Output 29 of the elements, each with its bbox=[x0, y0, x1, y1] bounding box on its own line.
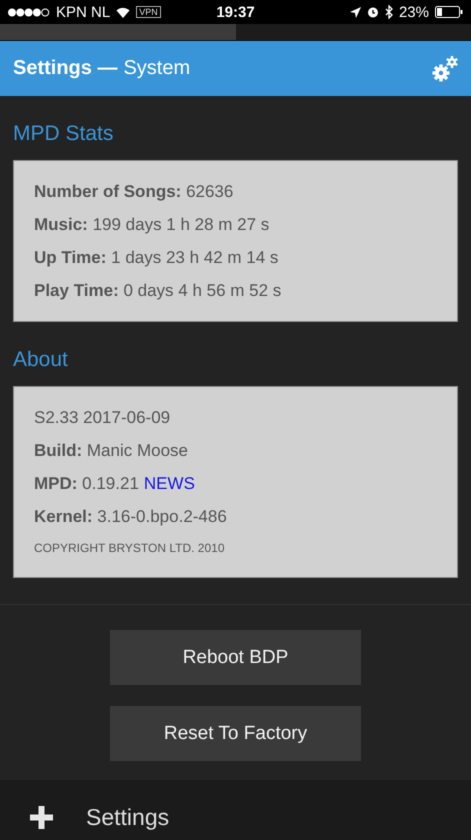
clock-time: 19:37 bbox=[215, 4, 256, 20]
page-title: Settings — bbox=[13, 57, 118, 80]
info-text: Music: 199 days 1 h 28 m 27 s bbox=[34, 214, 270, 236]
info-text: MPD: 0.19.21 bbox=[34, 473, 139, 495]
section-heading: About bbox=[12, 347, 69, 373]
action-button[interactable]: Reboot BDP bbox=[110, 630, 361, 685]
gears-icon[interactable] bbox=[432, 55, 459, 82]
info-text: S2.33 2017-06-09 bbox=[34, 407, 170, 429]
bluetooth-icon bbox=[384, 5, 393, 19]
info-text: Up Time: 1 days 23 h 42 m 14 s bbox=[34, 247, 278, 269]
vpn-badge: VPN bbox=[136, 6, 161, 18]
menu-label[interactable]: Settings bbox=[86, 804, 170, 831]
action-button[interactable]: Reset To Factory bbox=[110, 706, 361, 761]
location-icon bbox=[350, 6, 361, 18]
info-text: Build: Manic Moose bbox=[34, 440, 188, 462]
carrier-name: KPN NL bbox=[56, 4, 110, 20]
alarm-icon bbox=[366, 6, 379, 18]
page-subtitle: System bbox=[123, 57, 190, 80]
battery-percent: 23% bbox=[398, 4, 429, 20]
info-text: Number of Songs: 62636 bbox=[34, 181, 234, 203]
news-link[interactable]: NEWS bbox=[144, 474, 195, 494]
battery-icon bbox=[435, 6, 463, 18]
plus-icon[interactable] bbox=[30, 806, 53, 829]
info-text: Kernel: 3.16-0.bpo.2-486 bbox=[34, 506, 227, 528]
signal-icon bbox=[8, 8, 50, 16]
info-text: Play Time: 0 days 4 h 56 m 52 s bbox=[34, 280, 282, 302]
section-heading: MPD Stats bbox=[12, 121, 114, 147]
wifi-icon bbox=[116, 6, 130, 18]
copyright-text: COPYRIGHT BRYSTON LTD. 2010 bbox=[34, 540, 225, 557]
